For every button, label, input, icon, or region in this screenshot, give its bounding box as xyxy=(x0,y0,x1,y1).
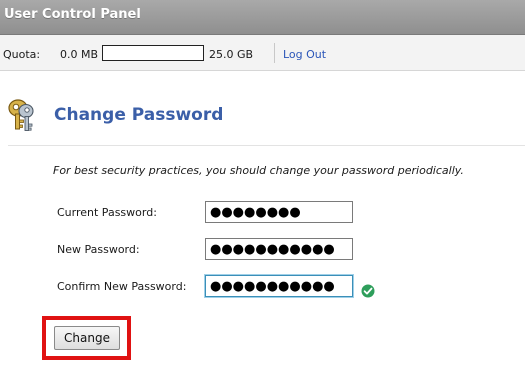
current-password-field[interactable] xyxy=(205,201,353,223)
confirm-password-label: Confirm New Password: xyxy=(57,280,187,293)
current-password-label: Current Password: xyxy=(57,206,157,219)
confirm-password-field[interactable] xyxy=(205,275,353,297)
title-divider xyxy=(8,145,525,146)
new-password-label: New Password: xyxy=(57,243,140,256)
quota-progress-bar xyxy=(102,45,204,61)
app-title: User Control Panel xyxy=(4,7,141,22)
quota-total: 25.0 GB xyxy=(209,48,254,61)
quota-used: 0.0 MB xyxy=(60,48,99,61)
quota-label: Quota: xyxy=(3,48,41,61)
user-control-panel-window: User Control Panel Quota: 0.0 MB 25.0 GB… xyxy=(0,0,525,375)
keys-icon xyxy=(8,99,34,131)
quota-bar-row: Quota: 0.0 MB 25.0 GB Log Out xyxy=(0,35,525,71)
new-password-field[interactable] xyxy=(205,238,353,260)
check-circle-icon xyxy=(361,284,375,298)
change-button[interactable]: Change xyxy=(54,326,120,350)
title-bar: User Control Panel xyxy=(0,0,525,35)
intro-text: For best security practices, you should … xyxy=(53,164,464,177)
page-title: Change Password xyxy=(54,105,224,125)
divider xyxy=(274,43,275,63)
log-out-link[interactable]: Log Out xyxy=(283,48,326,61)
